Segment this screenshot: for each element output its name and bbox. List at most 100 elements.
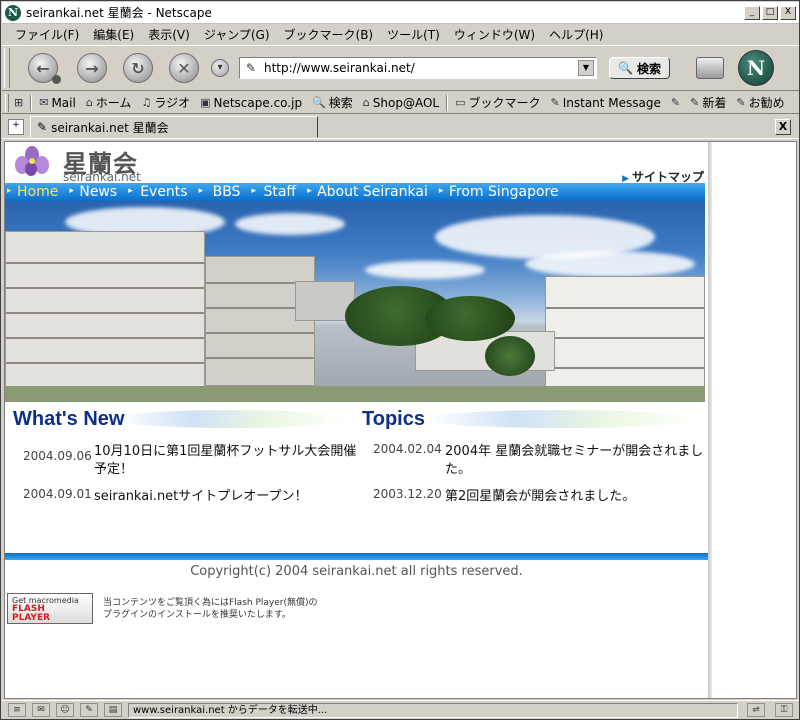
menu-bar: ファイル(F) 編集(E) 表示(V) ジャンプ(G) ブックマーク(B) ツー… (2, 24, 799, 44)
address-book-icon[interactable]: ▤ (104, 703, 122, 717)
status-bar: ≡ ✉ ☺ ✎ ▤ www.seirankai.net からデータを転送中...… (2, 700, 799, 719)
minimize-button[interactable]: _ (744, 5, 760, 20)
home-tab-button[interactable]: ⊞ (9, 96, 28, 109)
close-button[interactable]: X (780, 5, 796, 20)
security-lock-icon[interactable]: ⚿ (775, 703, 793, 717)
reload-button[interactable]: ↻ (123, 53, 153, 83)
topics-item-1-line1[interactable]: 2004年 星蘭会就職セミナーが開会されまし (445, 440, 703, 459)
whats-new-item-1-line2[interactable]: 予定！ (94, 458, 133, 477)
pb-new[interactable]: ✎ 新着 (685, 94, 731, 111)
topics-item-1-line2[interactable]: た。 (445, 458, 471, 477)
maximize-button[interactable]: □ (762, 5, 778, 20)
flash-plugin-note: 当コンテンツをご覧頂く為にはFlash Player(無償)の プラグインのイン… (103, 597, 317, 621)
pb-shop-aol[interactable]: ⌂ Shop@AOL (358, 96, 444, 110)
personal-toolbar: ⊞ ✉ Mail ⌂ ホーム ♫ ラジオ ▣ Netscape.co.jp 🔍 検索 ⌂ S… (2, 92, 799, 114)
separator (30, 94, 33, 111)
navigation-toolbar: ← → ↻ ✕ ▾ ✎ ▼ 🔍 検索 N (2, 45, 799, 91)
composer-icon[interactable]: ✎ (80, 703, 98, 717)
get-flash-player-badge[interactable]: Get macromedia FLASH PLAYER (7, 593, 93, 624)
pb-search[interactable]: 🔍 検索 (307, 94, 358, 111)
pb-mail[interactable]: ✉ Mail (34, 96, 81, 110)
shop-icon: ⌂ (362, 96, 370, 109)
pb-instant-message[interactable]: ✎ Instant Message (546, 96, 666, 110)
nav-from-singapore[interactable]: From Singapore (437, 184, 568, 200)
netscape-throbber-logo[interactable]: N (737, 50, 774, 86)
aim-icon[interactable]: ☺ (56, 703, 74, 717)
online-status-icon[interactable]: ⇌ (747, 703, 765, 717)
new-tab-icon[interactable]: + (8, 119, 24, 135)
menu-view[interactable]: 表示(V) (141, 26, 197, 43)
whats-new-date-1: 2004.09.06 (23, 449, 92, 463)
nav-home[interactable]: Home (5, 184, 67, 200)
lawn (5, 386, 705, 402)
menu-file[interactable]: ファイル(F) (8, 26, 86, 43)
folder-icon: ▭ (455, 96, 466, 109)
pb-link-blank[interactable]: ✎ (666, 96, 685, 109)
sitemap-label: サイトマップ (631, 170, 704, 184)
pb-radio[interactable]: ♫ ラジオ (136, 94, 195, 111)
separator (446, 94, 449, 111)
pb-recommend[interactable]: ✎ お勧め (731, 94, 789, 111)
topics-date-1: 2004.02.04 (373, 442, 442, 456)
url-history-button[interactable]: ▾ (211, 59, 229, 77)
nav-about[interactable]: About Seirankai (305, 184, 437, 200)
page-edge (708, 142, 712, 698)
pb-bookmarks[interactable]: ▭ ブックマーク (450, 94, 545, 111)
pb-home[interactable]: ⌂ ホーム (81, 94, 137, 111)
nav-bbs[interactable]: BBS (197, 184, 250, 200)
topics-item-2[interactable]: 第2回星蘭会が開会されました。 (445, 485, 635, 504)
stop-icon: ✕ (177, 58, 191, 78)
topics-swoosh (425, 410, 695, 428)
close-tab-button[interactable]: X (775, 119, 791, 135)
page-viewport[interactable]: 星蘭会 seirankai.net ▶サイトマップ Home News Even… (4, 141, 797, 699)
url-dropdown-button[interactable]: ▼ (578, 60, 594, 76)
menu-help[interactable]: ヘルプ(H) (542, 26, 610, 43)
pb-im-label: Instant Message (562, 95, 661, 110)
pb-home-label: ホーム (95, 96, 132, 110)
whats-new-heading: What's New (13, 408, 125, 430)
topics-date-2: 2003.12.20 (373, 487, 442, 501)
menu-go[interactable]: ジャンプ(G) (197, 26, 277, 43)
pb-search-label: 検索 (328, 96, 353, 110)
whats-new-item-1-line1[interactable]: 10月10日に第1回星蘭杯フットサル大会開催 (94, 440, 356, 459)
nav-news[interactable]: News (67, 184, 126, 200)
search-button-label: 検索 (636, 61, 661, 76)
flash-badge-line2: FLASH PLAYER (12, 605, 50, 623)
magnifier-icon: 🔍 (618, 61, 633, 75)
menu-bookmarks[interactable]: ブックマーク(B) (277, 26, 381, 43)
pb-mail-label: Mail (51, 95, 76, 110)
nav-staff[interactable]: Staff (249, 184, 305, 200)
flash-note-line1: 当コンテンツをご覧頂く為にはFlash Player(無償)の (103, 598, 318, 608)
footer-bar (5, 553, 708, 560)
pb-shop-label: Shop@AOL (372, 95, 440, 110)
netscape-n-icon: N (5, 4, 21, 21)
url-input[interactable] (264, 61, 564, 75)
mail-icon[interactable]: ✉ (32, 703, 50, 717)
headphones-icon: ♫ (141, 96, 152, 109)
toolbar-grip[interactable] (4, 48, 10, 88)
link-icon: ✎ (550, 96, 560, 109)
menu-edit[interactable]: 編集(E) (86, 26, 141, 43)
tab-bar: + ✎ seirankai.net 星蘭会 X (2, 115, 799, 139)
print-button[interactable] (695, 57, 724, 79)
address-bar[interactable]: ✎ ▼ (239, 57, 597, 79)
forward-button[interactable]: → (77, 53, 107, 83)
tab-seirankai[interactable]: ✎ seirankai.net 星蘭会 (30, 116, 318, 138)
stop-button[interactable]: ✕ (169, 53, 199, 83)
pb-recommend-label: お勧め (748, 96, 785, 110)
nav-events[interactable]: Events (126, 184, 196, 200)
pb-netscape-jp[interactable]: ▣ Netscape.co.jp (195, 96, 307, 110)
whats-new-item-2[interactable]: seirankai.netサイトプレオープン！ (94, 485, 308, 504)
search-button[interactable]: 🔍 検索 (609, 57, 670, 79)
search-icon: 🔍 (312, 96, 326, 109)
flash-note-line2: プラグインのインストールを推奨いたします。 (103, 610, 291, 620)
orchid-logo[interactable] (15, 146, 49, 180)
whats-new-date-2: 2004.09.01 (23, 487, 92, 501)
sidebar-toggle-icon[interactable]: ≡ (8, 703, 26, 717)
site-domain: seirankai.net (63, 170, 141, 184)
back-dropdown-icon[interactable] (52, 74, 61, 84)
menu-tools[interactable]: ツール(T) (380, 26, 447, 43)
menu-window[interactable]: ウィンドウ(W) (447, 26, 542, 43)
url-area: ▾ ✎ ▼ (211, 57, 597, 79)
window-title: seirankai.net 星蘭会 - Netscape (26, 6, 212, 20)
